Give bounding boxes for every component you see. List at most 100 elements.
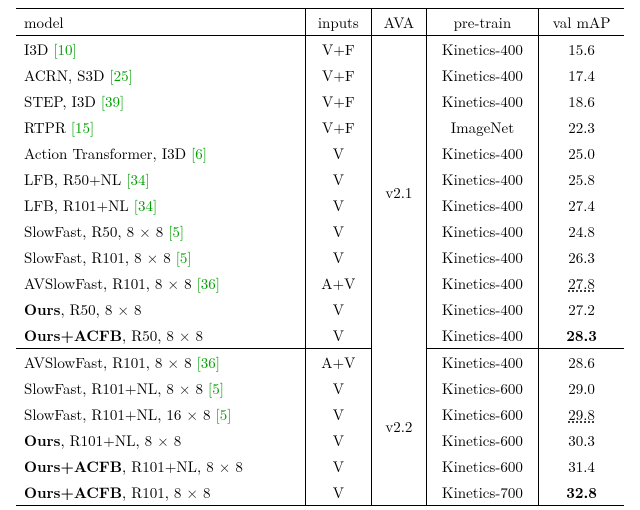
model-name: SlowFast, R101, 8 × 8 [5] bbox=[16, 244, 305, 270]
citation: [6] bbox=[191, 143, 207, 164]
inputs: V bbox=[305, 479, 372, 506]
inputs: V+F bbox=[305, 62, 372, 88]
pretrain: Kinetics-400 bbox=[426, 88, 539, 114]
model-name: SlowFast, R101+NL, 8 × 8 [5] bbox=[16, 375, 305, 401]
table-row: Ours+ACFB, R101+NL, 8 × 8VKinetics-60031… bbox=[16, 453, 624, 479]
val-map: 31.4 bbox=[539, 453, 624, 479]
inputs: V bbox=[305, 244, 372, 270]
table-body: I3D [10]V+Fv2.1Kinetics-40015.6ACRN, S3D… bbox=[16, 36, 624, 506]
val-map: 30.3 bbox=[539, 427, 624, 453]
pretrain: Kinetics-400 bbox=[426, 349, 539, 376]
model-name: ACRN, S3D [25] bbox=[16, 62, 305, 88]
model-name: RTPR [15] bbox=[16, 114, 305, 140]
val-map: 17.4 bbox=[539, 62, 624, 88]
citation: [5] bbox=[176, 247, 192, 268]
inputs: V bbox=[305, 427, 372, 453]
inputs: V bbox=[305, 140, 372, 166]
inputs: V bbox=[305, 401, 372, 427]
inputs: V+F bbox=[305, 36, 372, 63]
citation: [39] bbox=[101, 91, 124, 112]
citation: [34] bbox=[126, 169, 149, 190]
val-map: 28.3 bbox=[539, 322, 624, 349]
table-row: SlowFast, R101+NL, 8 × 8 [5]VKinetics-60… bbox=[16, 375, 624, 401]
pretrain: Kinetics-400 bbox=[426, 218, 539, 244]
pretrain: Kinetics-600 bbox=[426, 375, 539, 401]
val-map: 29.8 bbox=[539, 401, 624, 427]
model-name: LFB, R101+NL [34] bbox=[16, 192, 305, 218]
val-map: 18.6 bbox=[539, 88, 624, 114]
pretrain: Kinetics-400 bbox=[426, 140, 539, 166]
table-row: Ours, R50, 8 × 8VKinetics-40027.2 bbox=[16, 296, 624, 322]
inputs: V bbox=[305, 218, 372, 244]
val-map: 29.0 bbox=[539, 375, 624, 401]
table-row: RTPR [15]V+F ImageNet22.3 bbox=[16, 114, 624, 140]
pretrain: Kinetics-600 bbox=[426, 427, 539, 453]
table-row: STEP, I3D [39]V+F Kinetics-40018.6 bbox=[16, 88, 624, 114]
val-map: 32.8 bbox=[539, 479, 624, 506]
inputs: A+V bbox=[305, 270, 372, 296]
col-ava: AVA bbox=[372, 9, 427, 36]
model-name: AVSlowFast, R101, 8 × 8 [36] bbox=[16, 349, 305, 376]
inputs: V bbox=[305, 322, 372, 349]
val-map: 25.8 bbox=[539, 166, 624, 192]
pretrain: Kinetics-400 bbox=[426, 322, 539, 349]
col-valmap: val mAP bbox=[539, 9, 624, 36]
citation: [5] bbox=[208, 378, 224, 399]
citation: [5] bbox=[168, 221, 184, 242]
pretrain: Kinetics-400 bbox=[426, 36, 539, 63]
ava-version: v2.2 bbox=[372, 349, 427, 506]
inputs: V bbox=[305, 453, 372, 479]
table-row: AVSlowFast, R101, 8 × 8 [36]A+VKinetics-… bbox=[16, 270, 624, 296]
val-map: 25.0 bbox=[539, 140, 624, 166]
col-pretrain: pre-train bbox=[426, 9, 539, 36]
model-name: I3D [10] bbox=[16, 36, 305, 63]
val-map: 27.4 bbox=[539, 192, 624, 218]
model-name: STEP, I3D [39] bbox=[16, 88, 305, 114]
inputs: V+F bbox=[305, 88, 372, 114]
pretrain: Kinetics-400 bbox=[426, 244, 539, 270]
model-name: Ours+ACFB, R101, 8 × 8 bbox=[16, 479, 305, 506]
pretrain: Kinetics-400 bbox=[426, 62, 539, 88]
citation: [10] bbox=[53, 39, 76, 60]
page: model inputs AVA pre-train val mAP I3D [… bbox=[0, 0, 640, 500]
citation: [15] bbox=[71, 117, 94, 138]
table-row: Ours+ACFB, R101, 8 × 8V Kinetics-70032.8 bbox=[16, 479, 624, 506]
model-name: Ours, R50, 8 × 8 bbox=[16, 296, 305, 322]
pretrain: Kinetics-700 bbox=[426, 479, 539, 506]
table-row: SlowFast, R101, 8 × 8 [5]V Kinetics-40026… bbox=[16, 244, 624, 270]
val-map: 26.3 bbox=[539, 244, 624, 270]
citation: [36] bbox=[197, 352, 220, 373]
citation: [34] bbox=[134, 195, 157, 216]
pretrain: Kinetics-400 bbox=[426, 166, 539, 192]
val-map: 22.3 bbox=[539, 114, 624, 140]
table-row: LFB, R50+NL [34]V Kinetics-40025.8 bbox=[16, 166, 624, 192]
table-row: SlowFast, R101+NL, 16 × 8 [5]VKinetics-6… bbox=[16, 401, 624, 427]
table-header-row: model inputs AVA pre-train val mAP bbox=[16, 9, 624, 36]
inputs: V+F bbox=[305, 114, 372, 140]
ava-version: v2.1 bbox=[372, 36, 427, 349]
table-row: LFB, R101+NL [34]V Kinetics-40027.4 bbox=[16, 192, 624, 218]
val-map: 24.8 bbox=[539, 218, 624, 244]
table-row: AVSlowFast, R101, 8 × 8 [36]A+Vv2.2Kinet… bbox=[16, 349, 624, 376]
table-row: Ours+ACFB, R50, 8 × 8V Kinetics-40028.3 bbox=[16, 322, 624, 349]
model-name: Ours, R101+NL, 8 × 8 bbox=[16, 427, 305, 453]
model-name: LFB, R50+NL [34] bbox=[16, 166, 305, 192]
inputs: V bbox=[305, 192, 372, 218]
col-inputs: inputs bbox=[305, 9, 372, 36]
inputs: V bbox=[305, 296, 372, 322]
val-map: 27.8 bbox=[539, 270, 624, 296]
table-row: Ours, R101+NL, 8 × 8V Kinetics-60030.3 bbox=[16, 427, 624, 453]
results-table: model inputs AVA pre-train val mAP I3D [… bbox=[16, 8, 624, 506]
pretrain: Kinetics-400 bbox=[426, 192, 539, 218]
model-name: Action Transformer, I3D [6] bbox=[16, 140, 305, 166]
table-row: Action Transformer, I3D [6]V Kinetics-400… bbox=[16, 140, 624, 166]
model-name: SlowFast, R50, 8 × 8 [5] bbox=[16, 218, 305, 244]
model-name: Ours+ACFB, R50, 8 × 8 bbox=[16, 322, 305, 349]
pretrain: ImageNet bbox=[426, 114, 539, 140]
inputs: V bbox=[305, 166, 372, 192]
col-model: model bbox=[16, 9, 305, 36]
citation: [36] bbox=[197, 273, 220, 294]
pretrain: Kinetics-400 bbox=[426, 270, 539, 296]
pretrain: Kinetics-400 bbox=[426, 296, 539, 322]
table-row: ACRN, S3D [25]V+F Kinetics-40017.4 bbox=[16, 62, 624, 88]
